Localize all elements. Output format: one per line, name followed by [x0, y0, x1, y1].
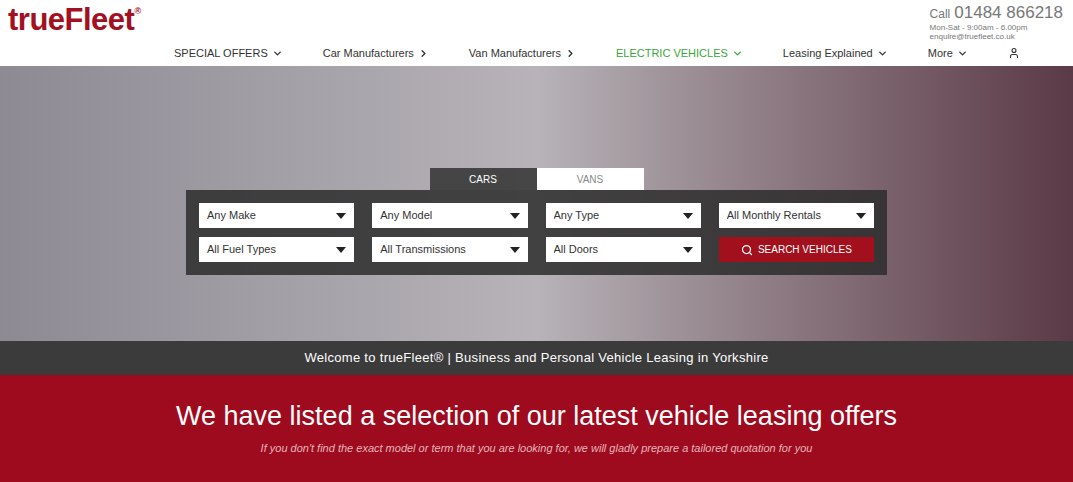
nav-item[interactable]: Leasing Explained: [783, 45, 888, 62]
page: trueFleet® Call01484 866218Mon-Sat - 9:00…: [0, 0, 1073, 482]
chevron-right-icon: [418, 48, 429, 59]
caret-down-icon: [510, 247, 520, 253]
caret-down-icon: [336, 247, 346, 253]
filter-select[interactable]: All Monthly Rentals: [719, 203, 874, 228]
account-icon[interactable]: [1008, 47, 1020, 59]
caret-down-icon: [336, 213, 346, 219]
search-icon: [741, 244, 753, 256]
caret-down-icon: [683, 213, 693, 219]
phone-number[interactable]: 01484 866218: [954, 4, 1063, 22]
header: trueFleet® Call01484 866218Mon-Sat - 9:00…: [0, 0, 1073, 66]
chevron-right-icon: [565, 48, 576, 59]
email-link[interactable]: enquire@truefleet.co.uk: [930, 32, 1063, 41]
search-button[interactable]: SEARCH VEHICLES: [719, 237, 874, 262]
vehicle-tab[interactable]: VANS: [537, 168, 644, 190]
nav-item[interactable]: More: [928, 45, 968, 62]
filter-select[interactable]: All Doors: [546, 237, 701, 262]
search-panel: Any Make Any Model Any Type All Monthly Ren…: [186, 190, 887, 275]
nav-item[interactable]: Car Manufacturers: [323, 45, 429, 62]
chevron-down-icon: [957, 48, 968, 59]
caret-down-icon: [856, 213, 866, 219]
filter-select[interactable]: All Transmissions: [372, 237, 527, 262]
vehicle-tab[interactable]: CARS: [430, 168, 537, 190]
nav-item[interactable]: Van Manufacturers: [469, 45, 576, 62]
caret-down-icon: [683, 247, 693, 253]
filter-select[interactable]: Any Make: [199, 203, 354, 228]
filter-select[interactable]: All Fuel Types: [199, 237, 354, 262]
chevron-down-icon: [272, 48, 283, 59]
offers-band: We have listed a selection of our latest…: [0, 375, 1073, 482]
offers-heading: We have listed a selection of our latest…: [176, 399, 897, 433]
contact: Call01484 866218Mon-Sat - 9:00am - 6.00p…: [930, 0, 1065, 41]
nav-item[interactable]: SPECIAL OFFERS: [174, 45, 283, 62]
chevron-down-icon: [877, 48, 888, 59]
nav-item[interactable]: ELECTRIC VEHICLES: [616, 45, 743, 62]
vehicle-tabs: CARSVANS: [430, 168, 644, 190]
hero-photo: CARSVANS Any Make Any Model Any Type All Mon…: [0, 66, 1073, 341]
filter-select[interactable]: Any Type: [546, 203, 701, 228]
chevron-down-icon: [732, 48, 743, 59]
main-nav: SPECIAL OFFERS Car Manufacturers Van Manuf…: [0, 40, 1073, 66]
offers-subtitle: If you don't find the exact model or ter…: [261, 440, 813, 457]
caret-down-icon: [510, 213, 520, 219]
filter-select[interactable]: Any Model: [372, 203, 527, 228]
welcome-bar: Welcome to trueFleet® | Business and Per…: [0, 341, 1073, 375]
logo[interactable]: trueFleet®: [8, 0, 141, 38]
